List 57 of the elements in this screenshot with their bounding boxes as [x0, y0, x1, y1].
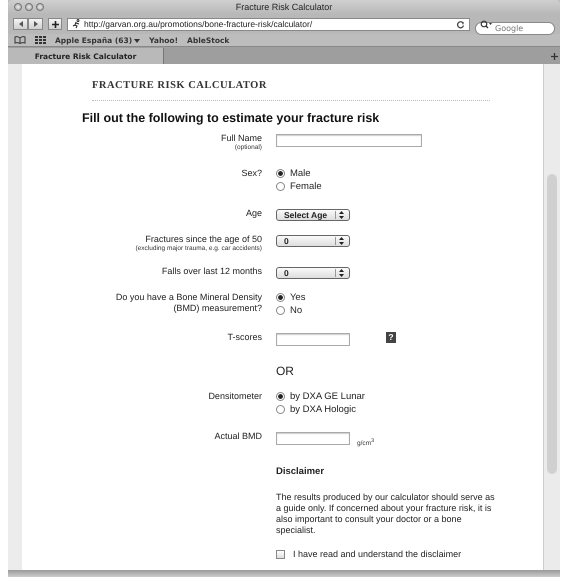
site-icon [72, 19, 81, 29]
book-icon[interactable] [14, 36, 26, 44]
checkbox-label[interactable]: I have read and understand the disclaimer [292, 549, 462, 560]
option-label[interactable]: No [290, 305, 302, 316]
field-label: Age [244, 208, 262, 219]
field-label: T-scores [226, 332, 262, 343]
text-field[interactable] [276, 432, 350, 445]
text-field[interactable] [276, 333, 350, 346]
option-label[interactable]: by DXA GE Lunar [290, 391, 365, 402]
updown-icon [334, 237, 344, 245]
forward-button[interactable] [28, 18, 43, 30]
disclaimer-text: The results produced by our calculator should serve as a guide only. If concerned about your fracture risk, it is also important to consult your doctor or a bone specialist. [276, 492, 496, 536]
back-icon [16, 20, 24, 28]
back-button[interactable] [13, 18, 28, 30]
reload-icon[interactable] [456, 20, 465, 28]
site-title: FRACTURE RISK CALCULATOR [92, 80, 268, 91]
radio-button[interactable] [276, 182, 285, 191]
add-bookmark-button[interactable] [48, 18, 62, 30]
option-label[interactable]: by DXA Hologic [290, 404, 356, 415]
close-button[interactable] [14, 3, 22, 11]
zoom-button[interactable] [36, 3, 44, 11]
field-label: Actual BMD [213, 431, 262, 442]
field-label: Full Name [220, 133, 262, 144]
dropdown[interactable]: 0 [276, 267, 350, 279]
or-text: OR [276, 364, 294, 378]
plus-icon [50, 20, 60, 28]
updown-icon [334, 211, 344, 219]
option-label[interactable]: Male [290, 168, 311, 179]
search-icon [480, 20, 493, 28]
field-label: Falls over last 12 months [160, 266, 262, 277]
radio-button[interactable] [276, 392, 285, 401]
field-label: Densitometer [207, 391, 262, 402]
window-title: Fracture Risk Calculator [236, 2, 332, 12]
radio-button[interactable] [276, 306, 285, 315]
search-field[interactable]: Google [475, 22, 555, 34]
section-heading: Disclaimer [276, 466, 324, 478]
radio-button[interactable] [276, 293, 285, 302]
form-heading: Fill out the following to estimate your fracture risk [82, 111, 380, 125]
updown-icon [334, 269, 344, 277]
address-field[interactable]: http://garvan.org.au/promotions/bone-fracture-risk/calculator/ [67, 18, 470, 30]
scrollbar[interactable] [543, 64, 560, 570]
scroll-thumb[interactable] [547, 174, 557, 474]
radio-button[interactable] [276, 405, 285, 414]
minimize-button[interactable] [25, 3, 33, 11]
grid-icon[interactable] [35, 36, 46, 44]
text-field[interactable] [276, 134, 422, 147]
field-label: Fractures since the age of 50 [144, 234, 262, 245]
option-label[interactable]: Yes [290, 292, 306, 303]
dropdown[interactable]: Select Age [276, 209, 350, 221]
help-button[interactable]: ? [386, 332, 396, 343]
option-label[interactable]: Female [290, 181, 322, 192]
radio-button[interactable] [276, 169, 285, 178]
forward-icon [32, 20, 40, 28]
field-label: Do you have a Bone Mineral Density (BMD) measurement? [114, 292, 262, 314]
field-label: Sex? [240, 168, 262, 179]
checkbox[interactable] [276, 550, 285, 560]
dropdown[interactable]: 0 [276, 235, 350, 247]
